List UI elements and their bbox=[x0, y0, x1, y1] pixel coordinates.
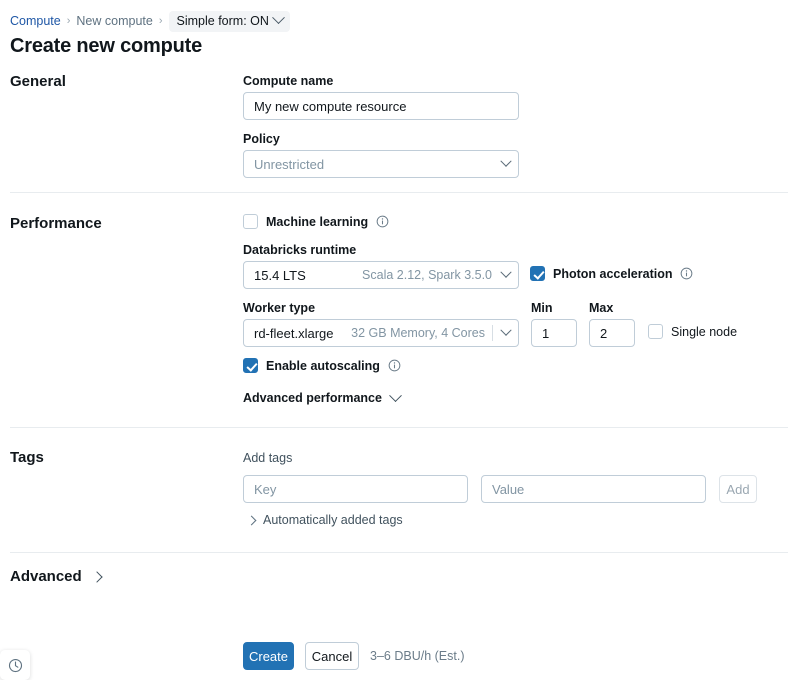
add-tags-label: Add tags bbox=[243, 451, 292, 465]
advanced-section-expander[interactable]: Advanced bbox=[10, 568, 101, 585]
max-workers-input[interactable]: 2 bbox=[589, 319, 635, 347]
advanced-performance-expander[interactable]: Advanced performance bbox=[243, 391, 400, 405]
min-workers-input[interactable]: 1 bbox=[531, 319, 577, 347]
enable-autoscaling-checkbox[interactable]: Enable autoscaling bbox=[243, 358, 401, 373]
enable-autoscaling-label: Enable autoscaling bbox=[266, 359, 380, 373]
info-circle-icon[interactable] bbox=[388, 359, 401, 372]
section-title-general: General bbox=[10, 73, 66, 90]
breadcrumb-separator-1: › bbox=[67, 16, 71, 27]
select-divider bbox=[492, 325, 493, 341]
checkbox-box bbox=[243, 214, 258, 229]
breadcrumb-current-new-compute: New compute bbox=[76, 14, 152, 28]
policy-select[interactable]: Unrestricted bbox=[243, 150, 519, 178]
history-panel-toggle[interactable] bbox=[0, 650, 30, 680]
photon-acceleration-checkbox[interactable]: Photon acceleration bbox=[530, 266, 693, 281]
add-tag-button[interactable]: Add bbox=[719, 475, 757, 503]
worker-type-label: Worker type bbox=[243, 301, 315, 315]
chevron-down-icon bbox=[500, 267, 511, 278]
policy-label: Policy bbox=[243, 132, 280, 146]
section-title-advanced: Advanced bbox=[10, 568, 82, 585]
chevron-down-icon bbox=[500, 325, 511, 336]
compute-name-label: Compute name bbox=[243, 74, 333, 88]
chevron-down-icon bbox=[389, 389, 402, 402]
create-compute-page: Compute › New compute › Simple form: ON … bbox=[0, 0, 800, 680]
databricks-runtime-hint: Scala 2.12, Spark 3.5.0 bbox=[362, 268, 500, 282]
breadcrumb-link-compute[interactable]: Compute bbox=[10, 14, 61, 28]
tag-value-input[interactable]: Value bbox=[481, 475, 706, 503]
single-node-checkbox[interactable]: Single node bbox=[648, 324, 737, 339]
divider-general bbox=[10, 192, 788, 193]
simple-form-toggle-label: Simple form: ON bbox=[177, 14, 269, 28]
section-title-tags: Tags bbox=[10, 449, 44, 466]
chevron-right-icon bbox=[91, 571, 102, 582]
automatically-added-tags-expander[interactable]: Automatically added tags bbox=[248, 513, 403, 527]
chevron-right-icon bbox=[247, 515, 257, 525]
worker-type-hint: 32 GB Memory, 4 Cores bbox=[351, 326, 492, 340]
info-circle-icon[interactable] bbox=[376, 215, 389, 228]
policy-select-value: Unrestricted bbox=[254, 157, 324, 172]
chevron-down-icon bbox=[500, 156, 511, 167]
divider-tags bbox=[10, 552, 788, 553]
breadcrumb-separator-2: › bbox=[159, 16, 163, 27]
clock-icon bbox=[8, 658, 23, 673]
breadcrumb: Compute › New compute › Simple form: ON bbox=[10, 11, 290, 31]
cancel-button[interactable]: Cancel bbox=[305, 642, 359, 670]
worker-type-select[interactable]: rd-fleet.xlarge 32 GB Memory, 4 Cores bbox=[243, 319, 519, 347]
simple-form-toggle[interactable]: Simple form: ON bbox=[169, 11, 290, 32]
divider-performance bbox=[10, 427, 788, 428]
info-circle-icon[interactable] bbox=[680, 267, 693, 280]
create-button[interactable]: Create bbox=[243, 642, 294, 670]
advanced-performance-label: Advanced performance bbox=[243, 391, 382, 405]
checkbox-box bbox=[243, 358, 258, 373]
single-node-label: Single node bbox=[671, 325, 737, 339]
compute-name-input[interactable]: My new compute resource bbox=[243, 92, 519, 120]
databricks-runtime-value: 15.4 LTS bbox=[254, 268, 306, 283]
checkbox-box bbox=[530, 266, 545, 281]
worker-type-value: rd-fleet.xlarge bbox=[254, 326, 333, 341]
dbu-estimate-label: 3–6 DBU/h (Est.) bbox=[370, 649, 464, 663]
tag-key-input[interactable]: Key bbox=[243, 475, 468, 503]
machine-learning-checkbox[interactable]: Machine learning bbox=[243, 214, 389, 229]
machine-learning-label: Machine learning bbox=[266, 215, 368, 229]
section-title-performance: Performance bbox=[10, 215, 102, 232]
chevron-down-icon bbox=[272, 11, 285, 24]
min-workers-label: Min bbox=[531, 301, 553, 315]
photon-acceleration-label: Photon acceleration bbox=[553, 267, 672, 281]
databricks-runtime-label: Databricks runtime bbox=[243, 243, 356, 257]
checkbox-box bbox=[648, 324, 663, 339]
automatically-added-tags-label: Automatically added tags bbox=[263, 513, 403, 527]
databricks-runtime-select[interactable]: 15.4 LTS Scala 2.12, Spark 3.5.0 bbox=[243, 261, 519, 289]
page-title: Create new compute bbox=[10, 35, 202, 58]
max-workers-label: Max bbox=[589, 301, 613, 315]
